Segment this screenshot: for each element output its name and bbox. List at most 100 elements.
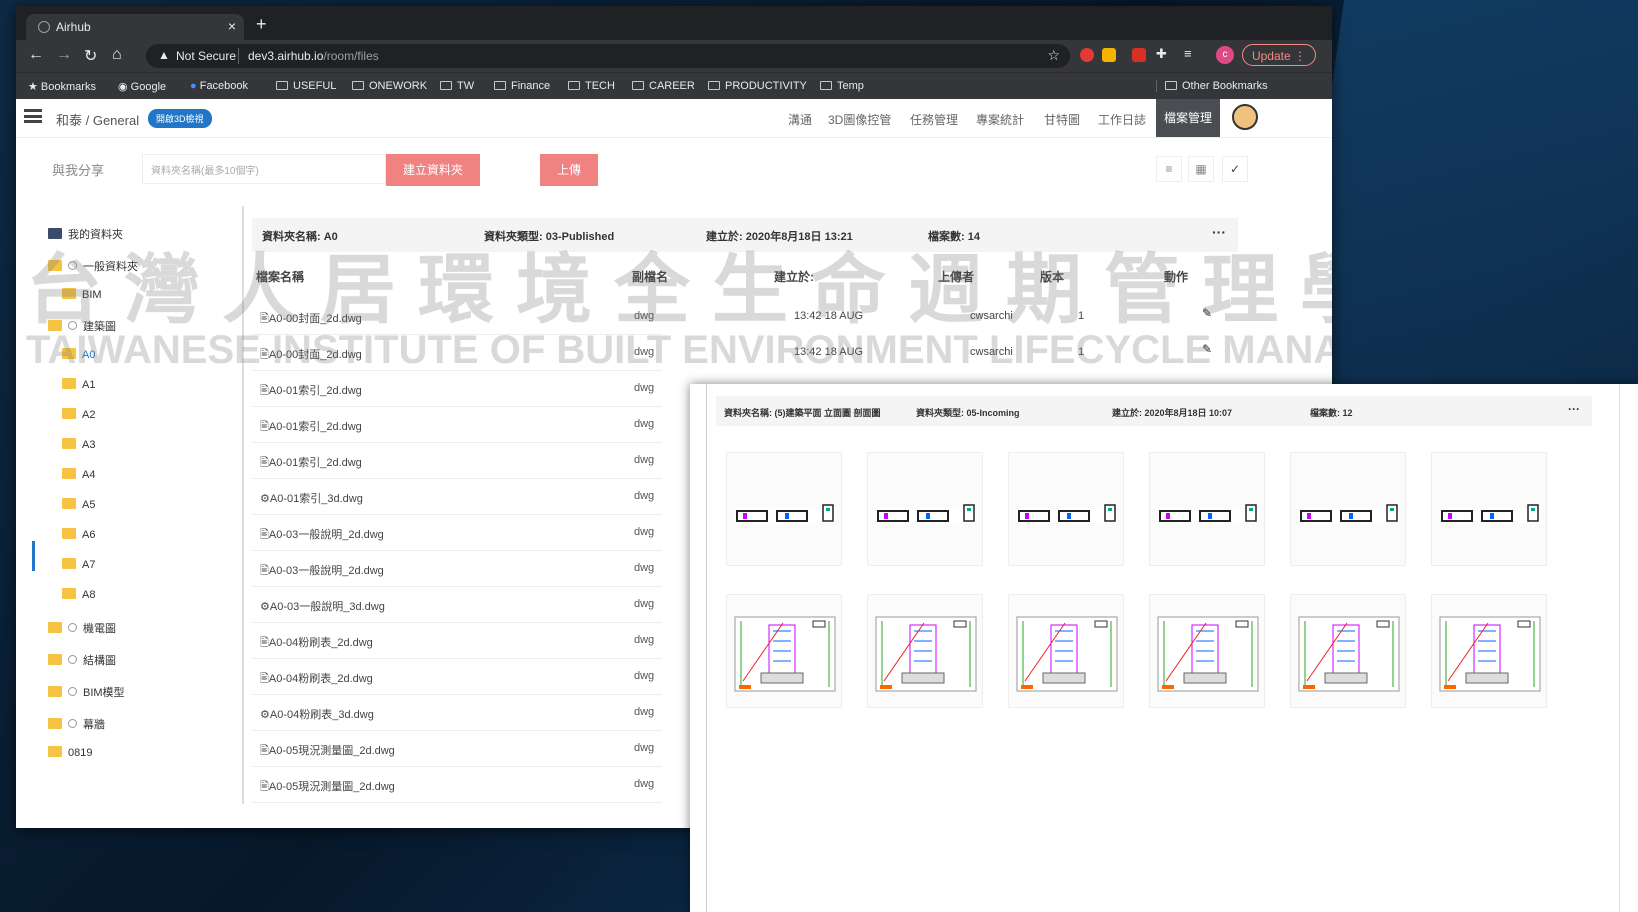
bookmark-star-icon[interactable]: ☆ [1047,47,1060,64]
tree-item[interactable]: 結構圖 [48,652,116,668]
file-row[interactable]: ⚙A0-01索引_3d.dwg dwg [252,478,662,515]
drawing-preview [1016,616,1118,692]
browser-tab[interactable]: Airhub × [26,14,244,40]
bookmark-google[interactable]: ◉ Google [118,80,166,93]
tab-communication[interactable]: 溝通 [788,111,812,128]
file-row[interactable]: 🖹A0-04粉刷表_2d.dwg dwg [252,622,662,659]
watermark-chinese: 台灣人居環境全生命週期管理學會 [26,245,1332,334]
file-thumbnail[interactable] [1290,452,1406,566]
shared-with-me-label[interactable]: 與我分享 [52,160,104,179]
upload-button[interactable]: 上傳 [540,154,598,186]
file-thumbnail[interactable] [726,594,842,708]
file-thumbnail[interactable] [867,594,983,708]
file-row[interactable]: 🖹A0-05現況測量圖_2d.dwg dwg [252,730,662,767]
tab-3d-image-control[interactable]: 3D圖像控管 [828,111,891,128]
file-name: 🖹A0-05現況測量圖_2d.dwg [260,778,395,797]
file-row[interactable]: 🖹A0-01索引_2d.dwg dwg [252,406,662,443]
file-type-icon: 🖹 [260,385,269,397]
back-icon[interactable]: ← [28,46,44,64]
home-icon[interactable]: ⌂ [112,46,122,64]
file-name: 🖹A0-04粉刷表_2d.dwg [260,634,373,653]
tree-item[interactable]: 幕牆 [48,716,105,732]
bookmark-temp[interactable]: Temp [820,80,864,92]
extension-book-icon[interactable] [1132,48,1146,62]
bookmark-label: Finance [511,80,551,92]
file-ext: dwg [634,742,655,754]
file-thumbnail[interactable] [1008,452,1124,566]
tree-item[interactable]: A6 [62,528,95,541]
close-tab-icon[interactable]: × [228,18,236,34]
tree-item[interactable]: A4 [62,468,95,481]
profile-avatar[interactable]: c [1216,46,1234,64]
bookmark-useful[interactable]: USEFUL [276,80,336,92]
bookmark-bookmarks[interactable]: ★ Bookmarks [28,80,96,93]
bookmark-tech[interactable]: TECH [568,80,615,92]
file-row[interactable]: 🖹A0-01索引_2d.dwg dwg [252,370,662,407]
bookmark-productivity[interactable]: PRODUCTIVITY [708,80,807,92]
file-row[interactable]: 🖹A0-01索引_2d.dwg dwg [252,442,662,479]
extension-rss-icon[interactable] [1102,48,1116,62]
omnibox[interactable]: ▲ Not Secure dev3.airhub.io/room/files ☆ [146,44,1070,68]
reload-icon[interactable]: ↻ [84,46,97,66]
folder-icon [48,622,62,633]
update-button[interactable]: Update ⋮ [1242,44,1316,66]
tree-item[interactable]: BIM模型 [48,684,125,700]
breadcrumb[interactable]: 和泰 / General [56,110,139,129]
file-row[interactable]: ⚙A0-04粉刷表_3d.dwg dwg [252,694,662,731]
file-row[interactable]: 🖹A0-03一般說明_2d.dwg dwg [252,550,662,587]
puzzle-icon[interactable]: ✚ [1156,46,1167,62]
tab-project-stats[interactable]: 專案統計 [976,111,1024,128]
file-thumbnail[interactable] [1431,452,1547,566]
bookmark-finance[interactable]: Finance [494,80,550,92]
bookmark-career[interactable]: CAREER [632,80,695,92]
file-name-text: A0-01索引_2d.dwg [268,385,362,397]
folder-icon [352,81,364,90]
user-avatar[interactable] [1232,104,1258,130]
list-view-icon[interactable]: ≡ [1156,156,1182,182]
hamburger-menu-icon[interactable] [24,109,42,123]
tree-item[interactable]: A1 [62,378,95,391]
file-name: ⚙A0-01索引_3d.dwg [260,490,363,506]
file-thumbnail[interactable] [1149,452,1265,566]
tab-work-log[interactable]: 工作日誌 [1098,111,1146,128]
tab-gantt[interactable]: 甘特圖 [1044,111,1080,128]
tree-item[interactable]: A2 [62,408,95,421]
file-thumbnail[interactable] [1149,594,1265,708]
open-3d-view-button[interactable]: 開啟3D檢視 [148,109,212,128]
drawing-preview [1439,616,1541,692]
bookmark-onework[interactable]: ONEWORK [352,80,427,92]
more-icon[interactable]: ··· [1568,402,1580,416]
tree-item[interactable]: 0819 [48,746,92,759]
tree-item[interactable]: A3 [62,438,95,451]
tree-item[interactable]: A8 [62,588,95,601]
file-row[interactable]: 🖹A0-05現況測量圖_2d.dwg dwg [252,766,662,803]
file-ext: dwg [634,490,655,502]
file-row[interactable]: 🖹A0-03一般說明_2d.dwg dwg [252,514,662,551]
new-tab-icon[interactable]: + [256,14,267,35]
file-thumbnail[interactable] [1290,594,1406,708]
tree-item[interactable]: 機電圖 [48,620,116,636]
file-row[interactable]: 🖹A0-04粉刷表_2d.dwg dwg [252,658,662,695]
tab-file-management[interactable]: 檔案管理 [1156,99,1221,137]
file-name-text: A0-03一般說明_2d.dwg [268,565,384,577]
bookmark-facebook[interactable]: ● Facebook [190,80,248,92]
playlist-icon[interactable]: ≡ [1184,46,1192,61]
select-check-icon[interactable]: ✓ [1222,156,1248,182]
forward-icon[interactable]: → [56,46,72,64]
file-row[interactable]: ⚙A0-03一般說明_3d.dwg dwg [252,586,662,623]
tree-label: A6 [82,529,96,541]
tree-item[interactable]: A7 [62,558,95,571]
other-bookmarks[interactable]: Other Bookmarks [1156,80,1268,92]
file-thumbnail[interactable] [1431,594,1547,708]
bookmark-tw[interactable]: TW [440,80,474,92]
tab-task-management[interactable]: 任務管理 [910,111,958,128]
create-folder-button[interactable]: 建立資料夾 [386,154,480,186]
file-thumbnail[interactable] [1008,594,1124,708]
file-thumbnail[interactable] [726,452,842,566]
file-thumbnail[interactable] [867,452,983,566]
grid-view-icon[interactable]: ▦ [1188,156,1214,182]
folder-name-input[interactable]: 資料夾名稱(最多10個字) [142,154,386,184]
tree-item[interactable]: A5 [62,498,95,511]
bookmark-label: USEFUL [293,80,337,92]
extension-red-icon[interactable] [1080,48,1094,62]
